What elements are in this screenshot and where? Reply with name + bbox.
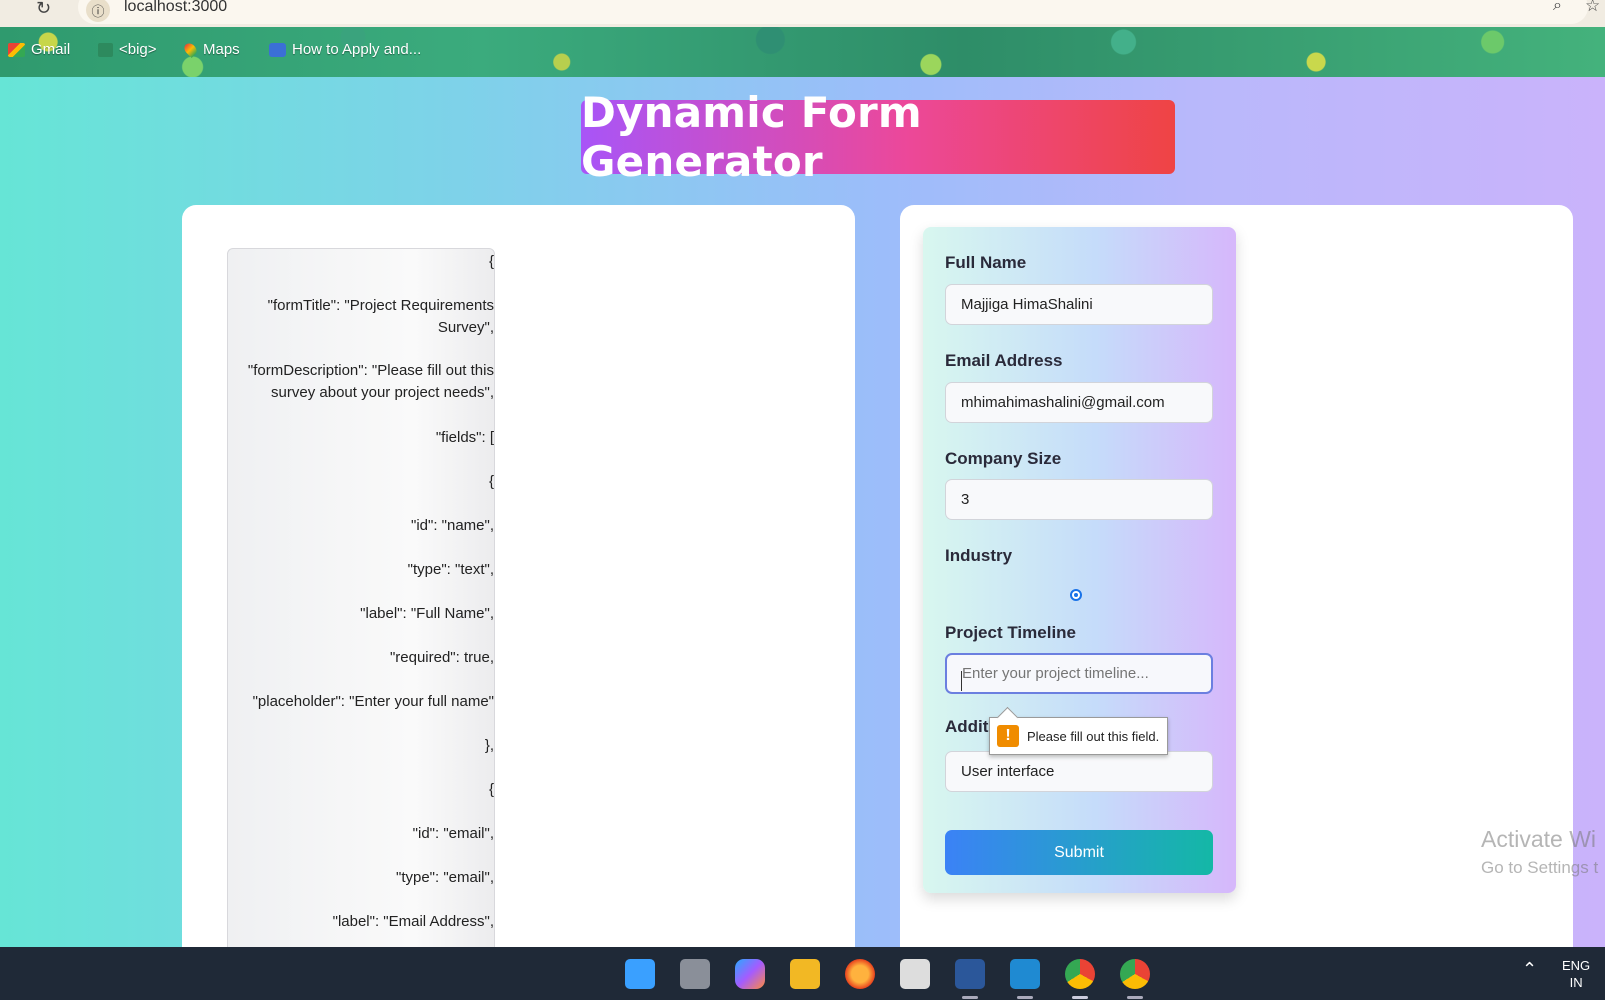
code-line: "formTitle": "Project Requirements <box>267 297 494 314</box>
bookmark-big[interactable]: <big> <box>98 41 157 58</box>
page-icon <box>98 42 113 57</box>
url-text: localhost:3000 <box>124 0 228 15</box>
code-line: Survey", <box>437 319 494 336</box>
site-info-icon[interactable]: ⓘ <box>86 0 110 22</box>
url-field[interactable]: ⓘ localhost:3000 <box>78 0 1588 24</box>
form-panel: Full Name Email Address Company Size Ind… <box>900 205 1573 965</box>
bookmarks-bar: Gmail <big> Maps How to Apply and... <box>0 27 1605 77</box>
json-panel: { "formTitle": "Project Requirements Sur… <box>182 205 855 968</box>
task-view-icon[interactable] <box>680 959 710 989</box>
code-line: "fields": [ <box>435 429 494 446</box>
company-size-label: Company Size <box>945 449 1062 468</box>
code-line: "required": true, <box>389 649 494 666</box>
submit-button[interactable]: Submit <box>945 830 1213 875</box>
title-banner: Dynamic Form Generator <box>581 88 1175 186</box>
json-editor[interactable]: { "formTitle": "Project Requirements Sur… <box>227 248 495 968</box>
page-title: Dynamic Form Generator <box>581 88 922 186</box>
zoom-icon[interactable]: ⌕ <box>1553 0 1562 15</box>
bookmark-label: Maps <box>203 41 240 58</box>
code-line: "label": "Full Name", <box>360 605 494 622</box>
code-line: { <box>488 781 494 798</box>
running-indicator <box>962 996 978 999</box>
bookmark-label: Gmail <box>31 41 71 58</box>
validation-message: Please fill out this field. <box>1027 728 1160 744</box>
code-line: "type": "text", <box>407 561 494 578</box>
project-timeline-input[interactable] <box>945 653 1213 694</box>
vscode-icon[interactable] <box>1010 959 1040 989</box>
additional-input[interactable] <box>945 751 1213 792</box>
file-explorer-icon[interactable] <box>790 959 820 989</box>
watermark-line1: Activate Wi <box>1481 826 1597 852</box>
bookmark-how-to-apply[interactable]: How to Apply and... <box>269 41 421 58</box>
generated-form: Full Name Email Address Company Size Ind… <box>923 227 1236 893</box>
code-line: "formDescription": "Please fill out this <box>247 362 494 379</box>
code-line: "placeholder": "Enter your full name" <box>252 693 494 710</box>
firefox-icon[interactable] <box>845 959 875 989</box>
gmail-icon <box>8 42 25 57</box>
code-line: { <box>488 253 494 270</box>
address-bar: ↻ ⓘ localhost:3000 ⌕ ☆ <box>0 0 1605 27</box>
code-line: "type": "email", <box>396 869 494 886</box>
chrome-profile-icon[interactable] <box>1120 959 1150 989</box>
bookmark-star-icon[interactable]: ☆ <box>1585 0 1600 16</box>
email-input[interactable] <box>945 382 1213 423</box>
chevron-up-icon[interactable]: ⌃ <box>1522 959 1537 980</box>
email-label: Email Address <box>945 351 1063 370</box>
validation-tooltip: ! Please fill out this field. <box>989 717 1168 755</box>
industry-label: Industry <box>945 546 1013 565</box>
taskbar: ⌃ ENG IN <box>0 947 1605 1000</box>
bookmark-gmail[interactable]: Gmail <box>8 41 70 58</box>
page-content: Dynamic Form Generator { "formTitle": "P… <box>0 77 1605 968</box>
full-name-input[interactable] <box>945 284 1213 325</box>
bookmark-label: <big> <box>119 41 157 58</box>
company-size-input[interactable] <box>945 479 1213 520</box>
project-timeline-label: Project Timeline <box>945 623 1077 642</box>
copilot-icon[interactable] <box>735 959 765 989</box>
code-line: "id": "email", <box>412 825 494 842</box>
industry-radio[interactable] <box>1070 589 1082 601</box>
running-indicator <box>1127 996 1143 999</box>
code-line: }, <box>484 737 494 754</box>
running-indicator <box>1072 996 1088 999</box>
additional-label: Additi <box>945 717 994 736</box>
bookmark-icon <box>269 42 286 57</box>
bookmark-maps[interactable]: Maps <box>182 41 240 58</box>
warning-icon: ! <box>997 725 1019 747</box>
watermark-line2: Go to Settings t <box>1481 858 1599 877</box>
start-icon[interactable] <box>625 959 655 989</box>
text-caret <box>961 671 962 691</box>
lang-line2: IN <box>1569 975 1583 990</box>
code-line: { <box>488 473 494 490</box>
code-line: "label": "Email Address", <box>332 913 494 930</box>
bookmark-label: How to Apply and... <box>292 41 422 58</box>
running-indicator <box>1017 996 1033 999</box>
chrome-icon[interactable] <box>1065 959 1095 989</box>
lang-line1: ENG <box>1562 958 1591 973</box>
reload-icon[interactable]: ↻ <box>36 0 51 19</box>
code-line: "id": "name", <box>411 517 494 534</box>
language-indicator[interactable]: ENG IN <box>1562 957 1590 991</box>
clapperboard-icon[interactable] <box>900 959 930 989</box>
maps-icon <box>182 41 199 58</box>
code-line: survey about your project needs", <box>271 384 494 401</box>
full-name-label: Full Name <box>945 253 1027 272</box>
activate-windows-watermark: Activate Wi Go to Settings t <box>1481 826 1598 878</box>
word-icon[interactable] <box>955 959 985 989</box>
